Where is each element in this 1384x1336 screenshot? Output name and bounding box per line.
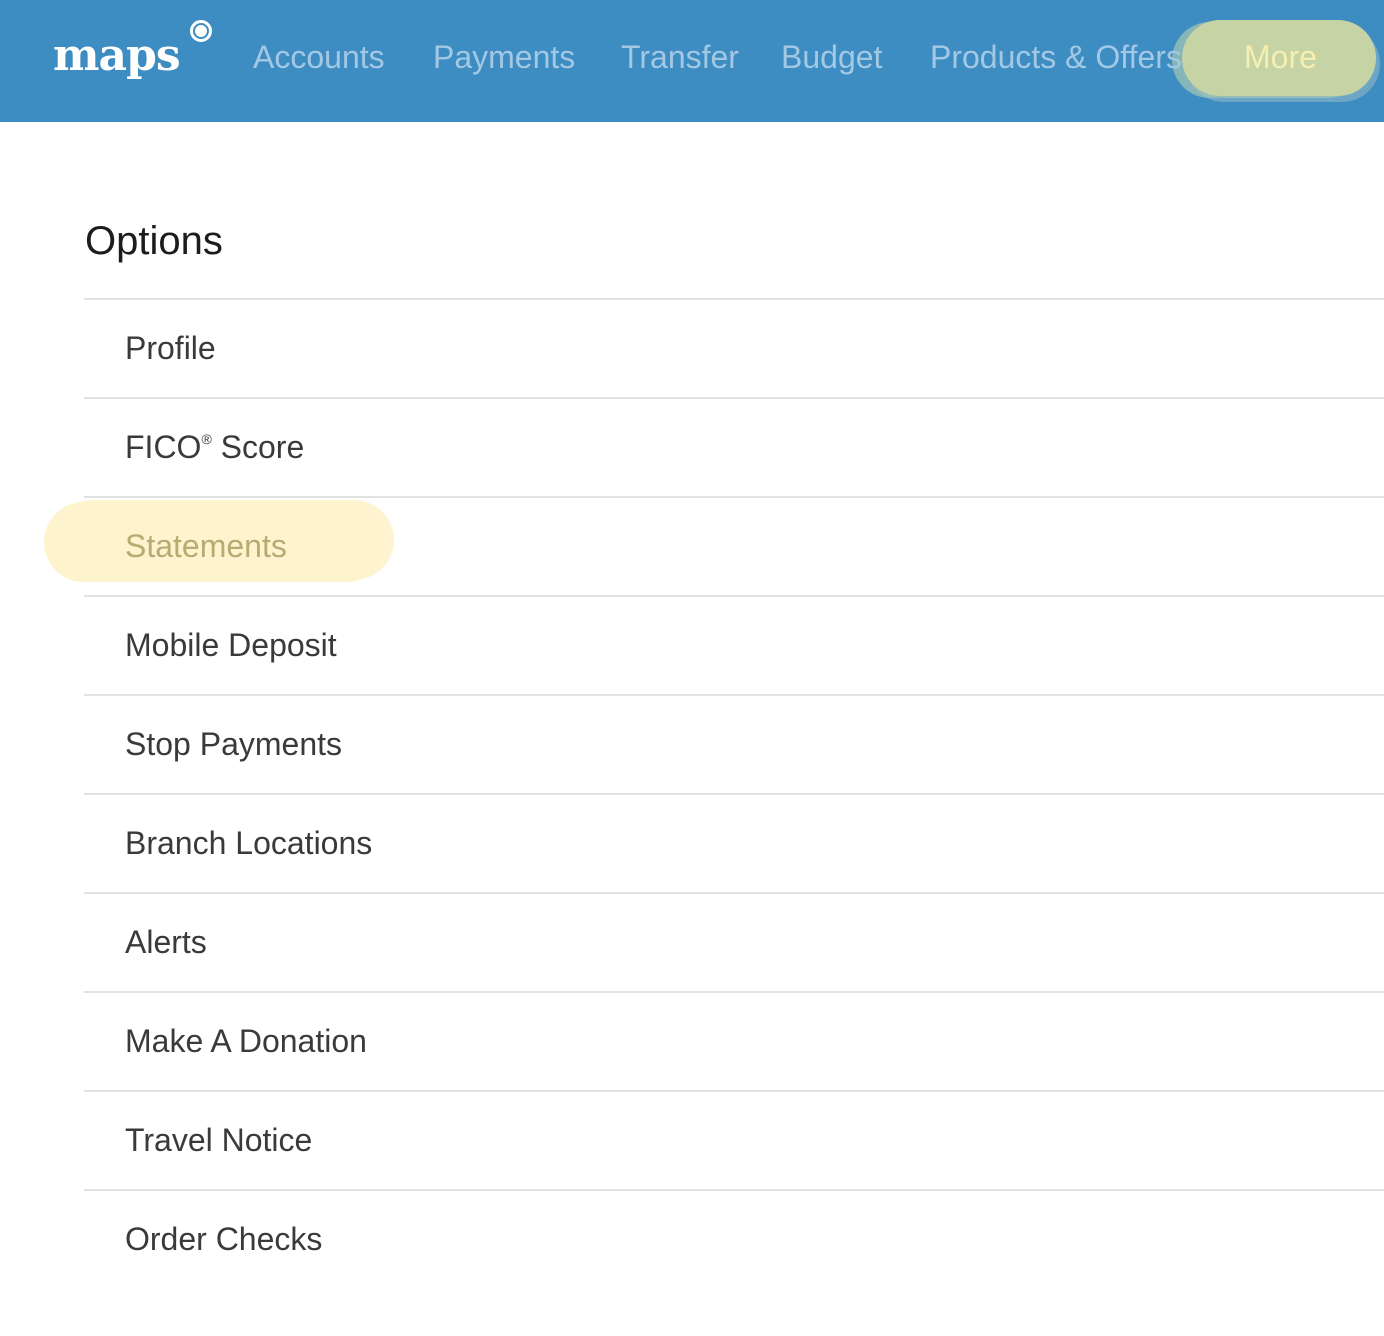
option-label: Stop Payments xyxy=(125,726,342,762)
option-label: Statements xyxy=(125,528,287,564)
logo-text: maps xyxy=(53,30,181,81)
options-list: Profile FICO® Score Statements Mobile De… xyxy=(44,298,1384,1288)
nav-products-offers[interactable]: Products & Offers xyxy=(930,36,1182,78)
option-label: Make A Donation xyxy=(125,1023,367,1059)
maps-logo[interactable]: maps xyxy=(53,20,212,86)
option-branch-locations[interactable]: Branch Locations xyxy=(84,793,1384,892)
option-stop-payments[interactable]: Stop Payments xyxy=(84,694,1384,793)
page-title: Options xyxy=(85,219,223,263)
option-make-a-donation[interactable]: Make A Donation xyxy=(84,991,1384,1090)
option-profile[interactable]: Profile xyxy=(84,298,1384,397)
nav-accounts[interactable]: Accounts xyxy=(253,36,385,78)
option-label: Branch Locations xyxy=(125,825,373,861)
option-label: Mobile Deposit xyxy=(125,627,337,663)
option-label: FICO® Score xyxy=(125,399,304,496)
option-statements[interactable]: Statements xyxy=(44,496,1384,595)
nav-payments[interactable]: Payments xyxy=(433,36,575,78)
nav-budget[interactable]: Budget xyxy=(781,36,882,78)
option-label: Alerts xyxy=(125,924,207,960)
option-label: Order Checks xyxy=(125,1221,323,1257)
fico-text: FICO xyxy=(125,429,202,465)
option-alerts[interactable]: Alerts xyxy=(84,892,1384,991)
score-text: Score xyxy=(211,429,305,465)
option-order-checks[interactable]: Order Checks xyxy=(84,1189,1384,1288)
registered-mark: ® xyxy=(201,431,212,447)
top-navbar: maps Accounts Payments Transfer Budget P… xyxy=(0,0,1384,122)
option-label: Travel Notice xyxy=(125,1122,313,1158)
option-mobile-deposit[interactable]: Mobile Deposit xyxy=(84,595,1384,694)
option-travel-notice[interactable]: Travel Notice xyxy=(84,1090,1384,1189)
option-fico-score[interactable]: FICO® Score xyxy=(84,397,1384,496)
logo-ring-icon xyxy=(190,20,212,42)
nav-transfer[interactable]: Transfer xyxy=(621,36,739,78)
option-label: Profile xyxy=(125,330,216,366)
nav-more[interactable]: More xyxy=(1244,36,1317,78)
